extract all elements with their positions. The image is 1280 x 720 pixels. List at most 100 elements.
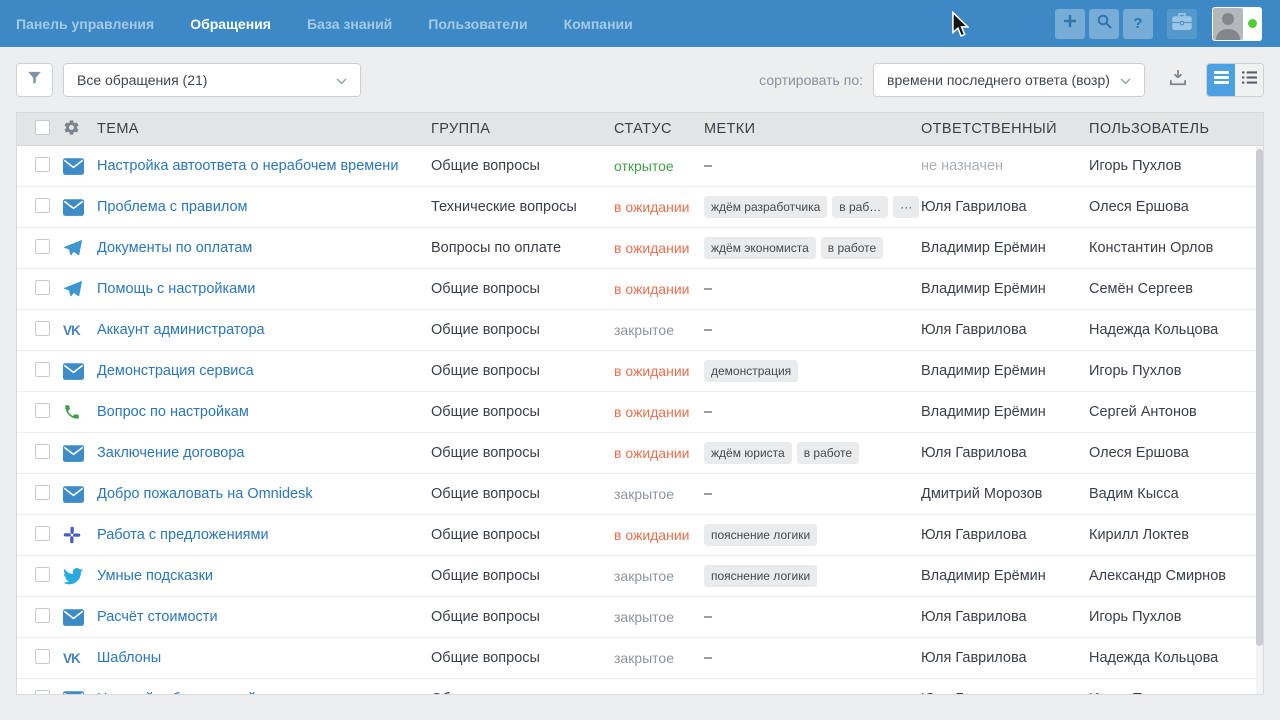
table-row[interactable]: Расчёт стоимости Общие вопросы закрытое … [17,597,1263,638]
ticket-user: Игорь Пухлов [1089,158,1263,174]
ticket-tag[interactable]: в работе [821,237,883,259]
ticket-subject-link[interactable]: Документы по оплатам [97,240,252,256]
ticket-subject-link[interactable]: Работа с предложениями [97,527,269,543]
sort-select[interactable]: времени последнего ответа (возр) [873,63,1145,97]
search-icon [1097,14,1112,34]
nav-item-users[interactable]: Пользователи [410,16,545,32]
ticket-subject-link[interactable]: Демонстрация сервиса [97,363,254,379]
row-checkbox[interactable] [35,526,50,541]
ticket-subject-link[interactable]: Расчёт стоимости [97,609,218,625]
add-ticket-button[interactable] [1055,9,1085,39]
table-row[interactable]: VK Шаблоны Общие вопросы закрытое – Юля … [17,638,1263,679]
row-checkbox[interactable] [35,362,50,377]
table-row[interactable]: Настройка автоответа о нерабочем времени… [17,146,1263,187]
nav-item-cases[interactable]: Обращения [172,16,289,32]
email-channel-icon [63,158,97,175]
ticket-tag[interactable]: пояснение логики [704,565,817,587]
row-checkbox[interactable] [35,444,50,459]
ticket-subject-link[interactable]: Вопрос по настройкам [97,404,249,420]
tickets-table: ТЕМА ГРУППА СТАТУС МЕТКИ ОТВЕТСТВЕННЫЙ П… [16,112,1264,695]
row-checkbox[interactable] [35,280,50,295]
ticket-status: закрытое [614,609,704,625]
scrollbar-track[interactable] [1256,146,1263,694]
ticket-tags: демонстрация [704,360,921,382]
ticket-tags: ждём экономистав работе [704,237,921,259]
row-checkbox[interactable] [35,321,50,336]
table-row[interactable]: Вопрос по настройкам Общие вопросы в ожи… [17,392,1263,433]
table-row[interactable]: Документы по оплатам Вопросы по оплате в… [17,228,1263,269]
ticket-subject-link[interactable]: Настройка автоответа о нерабочем времени [97,158,398,174]
col-header-tags[interactable]: МЕТКИ [704,121,921,137]
ticket-assignee: Владимир Ерёмин [921,281,1089,297]
table-row[interactable]: Работа с предложениями Общие вопросы в о… [17,515,1263,556]
ticket-assignee: не назначен [921,158,1089,174]
row-checkbox[interactable] [35,198,50,213]
row-checkbox[interactable] [35,239,50,254]
ticket-status: закрытое [614,691,704,695]
row-checkbox[interactable] [35,567,50,582]
email-channel-icon [63,486,97,503]
row-checkbox[interactable] [35,157,50,172]
ticket-subject-link[interactable]: Заключение договора [97,445,244,461]
table-row[interactable]: Проблема с правилом Технические вопросы … [17,187,1263,228]
ticket-user: Надежда Кольцова [1089,322,1263,338]
ticket-status: закрытое [614,650,704,666]
row-checkbox[interactable] [35,403,50,418]
table-row[interactable]: Добро пожаловать на Omnidesk Общие вопро… [17,474,1263,515]
search-button[interactable] [1089,9,1119,39]
ticket-subject-link[interactable]: Настройки базы знаний [97,691,256,695]
col-header-assignee[interactable]: ОТВЕТСТВЕННЫЙ [921,121,1089,137]
ticket-subject-link[interactable]: Проблема с правилом [97,199,248,215]
ticket-user: Константин Орлов [1089,240,1263,256]
row-checkbox[interactable] [35,608,50,623]
cases-button[interactable] [1167,9,1197,39]
view-detailed-button[interactable] [1207,64,1235,96]
ticket-subject-link[interactable]: Помощь с настройками [97,281,255,297]
ticket-tag[interactable]: в работе [797,442,859,464]
table-row[interactable]: Помощь с настройками Общие вопросы в ожи… [17,269,1263,310]
ticket-user: Олеся Ершова [1089,199,1263,215]
col-header-user[interactable]: ПОЛЬЗОВАТЕЛЬ [1089,121,1263,137]
row-checkbox[interactable] [35,485,50,500]
export-button[interactable] [1162,63,1194,97]
vk-channel-icon: VK [63,323,97,338]
col-header-status[interactable]: СТАТУС [614,121,704,137]
ticket-tag[interactable]: ждём разработчика [704,196,827,218]
views-select[interactable]: Все обращения (21) [63,63,361,97]
view-compact-button[interactable] [1235,64,1263,96]
telegram-channel-icon [63,279,97,299]
table-row[interactable]: VK Аккаунт администратора Общие вопросы … [17,310,1263,351]
online-status-dot [1248,19,1257,28]
table-row[interactable]: Заключение договора Общие вопросы в ожид… [17,433,1263,474]
table-row[interactable]: Умные подсказки Общие вопросы закрытое п… [17,556,1263,597]
table-row[interactable]: Демонстрация сервиса Общие вопросы в ожи… [17,351,1263,392]
scrollbar-thumb[interactable] [1256,149,1263,646]
ticket-subject-link[interactable]: Шаблоны [97,650,161,666]
no-tags-dash: – [704,281,712,297]
ticket-user: Сергей Антонов [1089,404,1263,420]
ticket-tag[interactable]: демонстрация [704,360,798,382]
row-checkbox[interactable] [35,690,50,696]
row-checkbox[interactable] [35,649,50,664]
ticket-subject-link[interactable]: Аккаунт администратора [97,322,265,338]
ticket-tag[interactable]: пояснение логики [704,524,817,546]
ticket-subject-link[interactable]: Добро пожаловать на Omnidesk [97,486,313,502]
navbar-actions: ? [1051,7,1262,41]
nav-item-companies[interactable]: Компании [546,16,651,32]
col-header-group[interactable]: ГРУППА [431,121,614,137]
col-header-subject[interactable]: ТЕМА [97,121,431,137]
help-button[interactable]: ? [1123,9,1153,39]
columns-settings-button[interactable] [63,119,97,140]
nav-item-dashboard[interactable]: Панель управления [16,16,172,32]
select-all-checkbox[interactable] [35,120,50,135]
more-tags-badge[interactable]: ··· [893,196,919,218]
ticket-tag[interactable]: ждём экономиста [704,237,816,259]
twitter-channel-icon [63,568,97,585]
ticket-tag[interactable]: в раб… [832,196,888,218]
ticket-subject-link[interactable]: Умные подсказки [97,568,213,584]
table-row[interactable]: Настройки базы знаний Общие вопросы закр… [17,679,1263,695]
nav-item-knowledge-base[interactable]: База знаний [289,16,410,32]
filters-button[interactable] [16,63,53,97]
ticket-tag[interactable]: ждём юриста [704,442,792,464]
user-menu[interactable] [1212,7,1262,41]
